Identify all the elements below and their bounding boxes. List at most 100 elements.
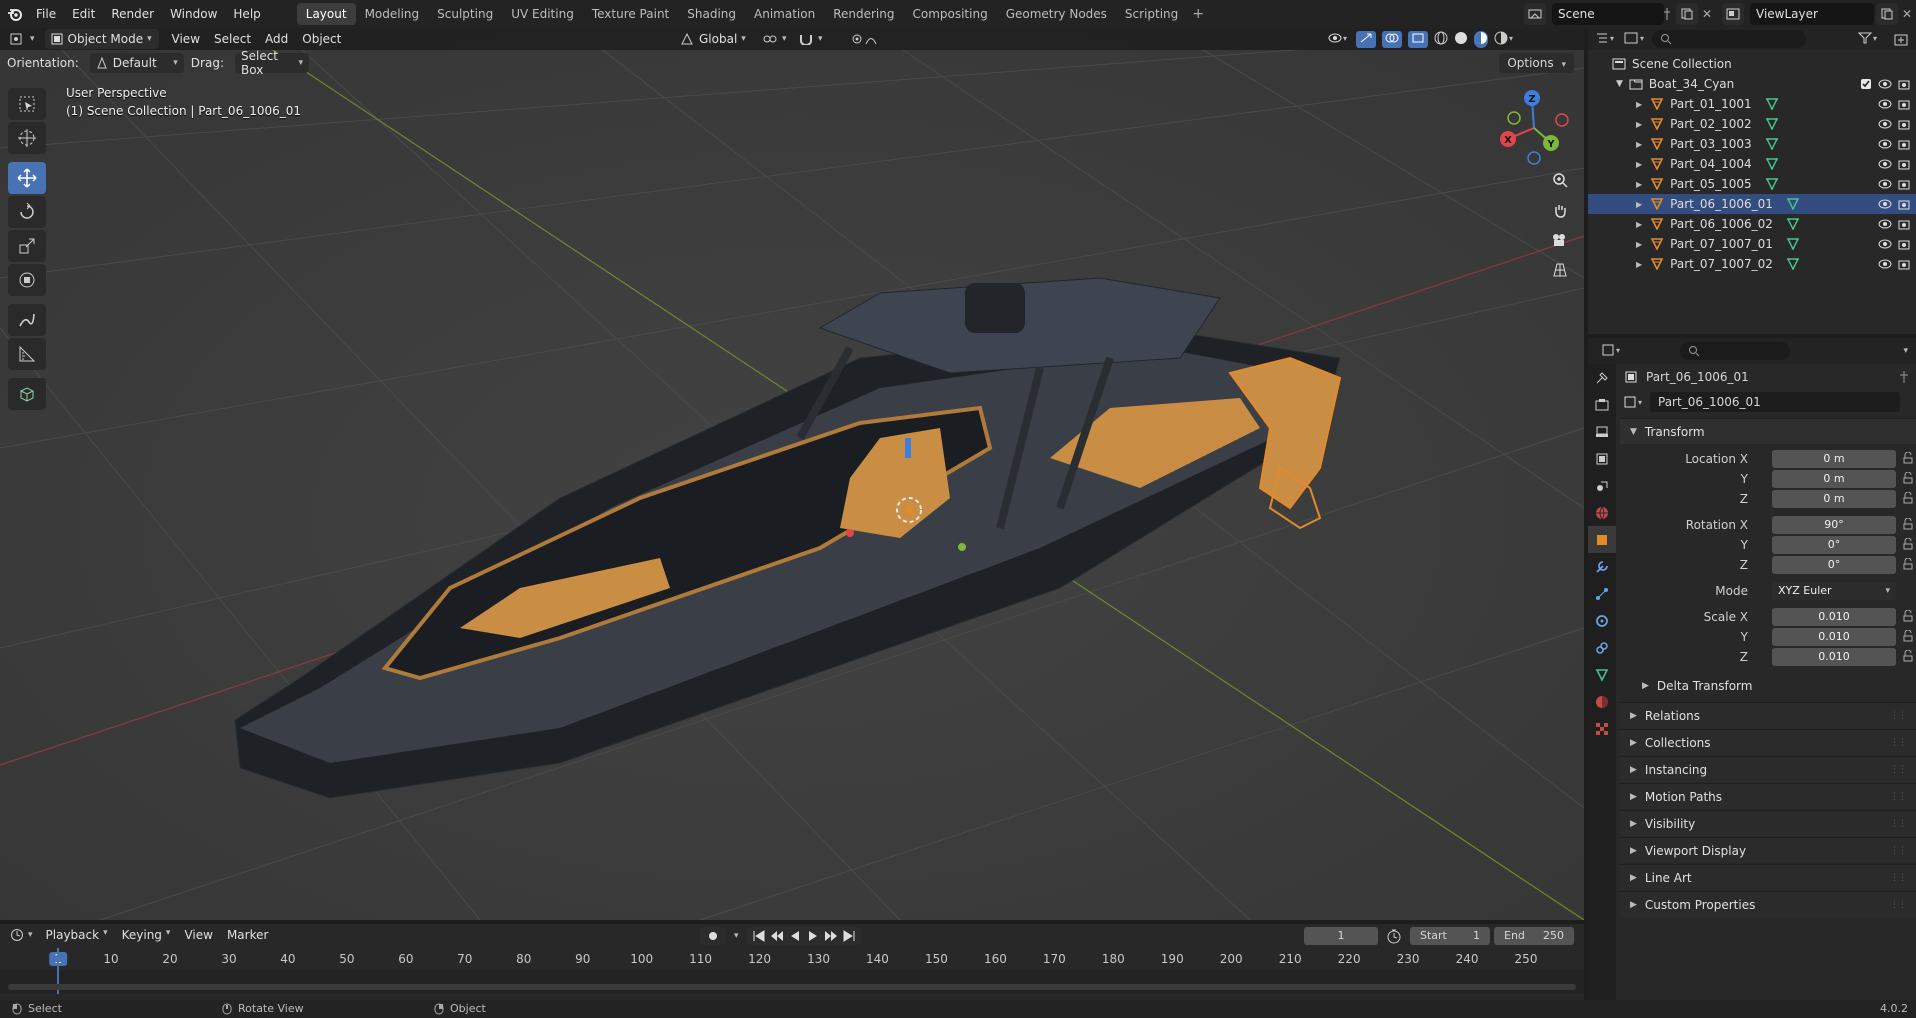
view-layer-tab-icon[interactable] [1588, 445, 1616, 472]
drag-handle-icon[interactable]: ⋮⋮ [1890, 738, 1907, 748]
wireframe-shading-icon[interactable] [1434, 31, 1448, 48]
lock-icon[interactable] [1902, 630, 1914, 642]
panel-instancing[interactable]: ▶ Instancing ⋮⋮ [1620, 756, 1916, 782]
mesh-data-icon[interactable] [1765, 158, 1778, 170]
options-dropdown[interactable]: Options ▾ [1499, 53, 1574, 73]
lock-icon[interactable] [1902, 518, 1914, 530]
play-reverse-icon[interactable] [787, 929, 803, 943]
zoom-view-icon[interactable] [1546, 166, 1574, 194]
panel-visibility[interactable]: ▶ Visibility ⋮⋮ [1620, 810, 1916, 836]
outliner-search-input[interactable] [1652, 30, 1806, 48]
camera-view-icon[interactable] [1546, 226, 1574, 254]
snap-icon[interactable]: ▾ [792, 29, 829, 49]
tab-texture-paint[interactable]: Texture Paint [583, 3, 678, 25]
viewport-menu-add[interactable]: Add [258, 32, 295, 46]
filter-icon[interactable]: ▾ [1857, 32, 1880, 47]
properties-editor-icon[interactable]: ▾ [1602, 344, 1624, 359]
gizmo-z-handle[interactable] [905, 438, 911, 458]
modifiers-tab-icon[interactable] [1588, 553, 1616, 580]
menu-render[interactable]: Render [103, 3, 162, 25]
scene-tab-icon[interactable] [1588, 472, 1616, 499]
lock-icon[interactable] [1902, 452, 1914, 464]
properties-search-input[interactable] [1680, 342, 1790, 360]
object-visibility-icon[interactable] [1878, 218, 1892, 230]
outliner-object-row[interactable]: ▶ Part_04_1004 [1588, 154, 1916, 174]
add-workspace-button[interactable]: + [1187, 6, 1209, 22]
pin-icon[interactable] [1898, 371, 1910, 383]
render-tab-icon[interactable] [1588, 391, 1616, 418]
location-x-field[interactable]: 0 m [1772, 450, 1896, 468]
material-tab-icon[interactable] [1588, 688, 1616, 715]
outliner-object-row[interactable]: ▶ Part_03_1003 [1588, 134, 1916, 154]
drag-handle-icon[interactable]: ⋮⋮ [1890, 765, 1907, 775]
new-view-layer-icon[interactable] [1876, 3, 1898, 25]
material-preview-icon[interactable] [1474, 30, 1488, 48]
mesh-data-icon[interactable] [1786, 198, 1799, 210]
rendered-shading-icon[interactable]: ▾ [1494, 31, 1516, 48]
visibility-icon[interactable]: ▾ [1328, 32, 1350, 47]
pivot-point-icon[interactable]: ▾ [756, 29, 793, 49]
object-datablock-icon[interactable]: ▾ [1624, 395, 1646, 409]
outliner-object-row[interactable]: ▶ Part_07_1007_01 [1588, 234, 1916, 254]
perspective-toggle-icon[interactable] [1546, 256, 1574, 284]
select-box-tool-icon[interactable] [8, 88, 46, 120]
object-render-icon[interactable] [1898, 198, 1910, 210]
rotation-y-field[interactable]: 0° [1772, 536, 1896, 554]
new-scene-icon[interactable] [1676, 3, 1698, 25]
timeline-menu-playback[interactable]: Playback [46, 928, 100, 942]
tab-animation[interactable]: Animation [745, 3, 824, 25]
add-cube-tool-icon[interactable] [8, 378, 46, 410]
object-visibility-icon[interactable] [1878, 118, 1892, 130]
object-visibility-icon[interactable] [1878, 178, 1892, 190]
viewport-menu-object[interactable]: Object [295, 32, 348, 46]
mesh-data-icon[interactable] [1765, 178, 1778, 190]
transform-tool-icon[interactable] [8, 264, 46, 296]
object-tab-icon[interactable] [1588, 526, 1616, 553]
object-visibility-icon[interactable] [1878, 138, 1892, 150]
data-tab-icon[interactable] [1588, 661, 1616, 688]
object-render-icon[interactable] [1898, 218, 1910, 230]
viewport-menu-view[interactable]: View [165, 32, 207, 46]
tool-tab-icon[interactable] [1588, 364, 1616, 391]
expand-triangle-icon[interactable]: ▶ [1636, 180, 1642, 189]
rotate-tool-icon[interactable] [8, 196, 46, 228]
mesh-data-icon[interactable] [1786, 218, 1799, 230]
start-frame-field[interactable]: Start 1 [1410, 927, 1490, 945]
timeline-menu-view[interactable]: View [177, 928, 219, 942]
object-visibility-icon[interactable] [1878, 258, 1892, 270]
expand-triangle-icon[interactable]: ▶ [1636, 120, 1642, 129]
solid-shading-icon[interactable] [1454, 31, 1468, 48]
timeline-menu-keying-dropdown[interactable]: Keying ▾ [115, 928, 178, 942]
rotation-x-field[interactable]: 90° [1772, 516, 1896, 534]
viewport-menu-select[interactable]: Select [207, 32, 258, 46]
delete-scene-icon[interactable]: ✕ [1696, 3, 1718, 25]
play-icon[interactable] [805, 929, 821, 943]
drag-handle-icon[interactable]: ⋮⋮ [1890, 819, 1907, 829]
expand-triangle-icon[interactable]: ▶ [1636, 200, 1642, 209]
timeline-editor-icon[interactable]: ▾ [4, 925, 39, 945]
panel-collections[interactable]: ▶ Collections ⋮⋮ [1620, 729, 1916, 755]
constraints-tab-icon[interactable] [1588, 634, 1616, 661]
lock-icon[interactable] [1902, 610, 1914, 622]
view-layer-icon[interactable] [1722, 3, 1744, 25]
gizmo-x-handle[interactable] [846, 529, 854, 537]
tab-uv-editing[interactable]: UV Editing [502, 3, 583, 25]
panel-viewport-display[interactable]: ▶ Viewport Display ⋮⋮ [1620, 837, 1916, 863]
drag-handle-icon[interactable]: ⋮⋮ [1890, 873, 1907, 883]
gizmo-neg-x-icon[interactable] [1555, 113, 1569, 127]
lock-icon[interactable] [1902, 538, 1914, 550]
expand-triangle-icon[interactable]: ▶ [1636, 100, 1642, 109]
end-frame-field[interactable]: End 250 [1494, 927, 1574, 945]
rotation-mode-dropdown[interactable]: XYZ Euler ▾ [1772, 582, 1896, 600]
mesh-data-icon[interactable] [1765, 98, 1778, 110]
timeline-ruler[interactable]: 1102030405060708090100110120130140150160… [0, 950, 1584, 970]
cursor-tool-icon[interactable] [8, 122, 46, 154]
jump-end-icon[interactable] [841, 929, 857, 943]
display-mode-icon[interactable]: ▾ [1624, 32, 1648, 47]
tab-shading[interactable]: Shading [678, 3, 745, 25]
tab-layout[interactable]: Layout [296, 3, 356, 25]
tab-compositing[interactable]: Compositing [903, 3, 996, 25]
gizmo-y-handle[interactable] [958, 543, 966, 551]
collection-visibility-icon[interactable] [1878, 78, 1892, 90]
overlays-toggle-icon[interactable] [1382, 30, 1402, 48]
